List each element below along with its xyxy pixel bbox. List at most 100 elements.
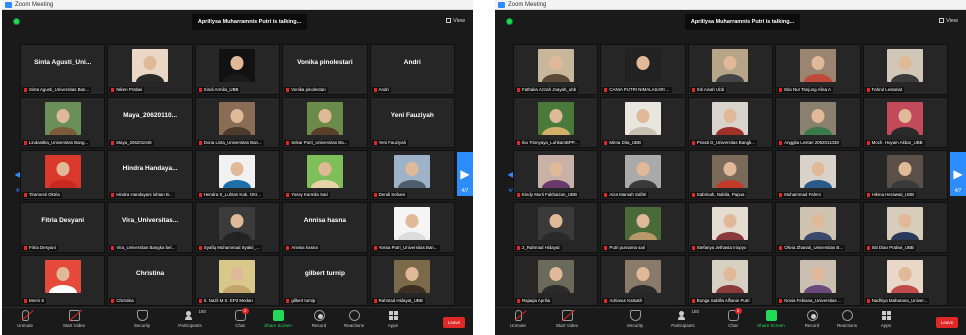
video-tile[interactable]: Moch. Hoyam Akbar_UBB [862,96,948,148]
security-label: Security [133,323,151,328]
video-tile[interactable]: Hendra S_Luhtan Kab. OKI... [194,149,281,201]
unmute-button[interactable]: Unmute [503,310,533,329]
share-screen-button[interactable]: Share Screen [751,310,791,329]
participant-name-label: Nadhiya Maharana_Univer... [864,297,930,304]
participant-display-name: Andri [403,59,421,66]
video-tile[interactable]: Stefanya Jethasta Iriopyo [687,202,774,254]
shield-icon [136,310,148,321]
leave-button[interactable]: Leave [936,317,958,328]
video-tile[interactable]: Nadhiya Maharana_Univer... [862,255,948,306]
view-label: View [946,18,958,24]
video-tile[interactable]: Aiza Marsah Safitri [600,149,686,201]
video-tile[interactable]: Sindi Armila_UBB [194,44,281,95]
chat-button[interactable]: 3 Chat [228,308,252,329]
video-tile[interactable]: Olivia Zhanati_Universitas B... [775,202,861,254]
video-tile[interactable]: Hindra Handaya... Hindra Handayani luhtan… [107,149,193,201]
video-tile[interactable]: Yossy Karmila Sari [282,149,368,201]
participants-label: Participants [178,323,202,328]
participant-video [44,154,81,188]
video-tile[interactable]: Merni S [20,255,106,306]
video-tile[interactable]: Maya_20620110... Maya_206201048 [107,96,193,148]
participant-video [394,207,431,241]
grid-view-icon [446,18,452,23]
video-tile[interactable]: Ika Trisnyaya_LuhkamBPP... [513,96,599,148]
share-screen-icon [765,310,777,321]
participant-name-label: Lindastika_Universitas Bang... [22,139,91,146]
video-tile[interactable]: Sabrinah, Nabila, Papua [687,149,774,201]
encryption-shield-icon[interactable] [13,18,20,25]
video-tile[interactable]: Fathaka Azzah Jnayah_ubb [513,44,599,95]
reactions-button[interactable]: Reactions [831,310,863,329]
video-tile[interactable]: Adrianur Katsath [600,255,686,306]
video-tile[interactable]: Christina Christina [107,255,193,306]
video-tile[interactable]: Siti Dian Pratiwi_UBB [862,202,948,254]
video-tile[interactable]: Vonika pinolestari Vonika pinolestari [282,44,368,95]
view-button[interactable]: View [939,18,958,24]
encryption-shield-icon[interactable] [506,18,513,25]
video-tile[interactable]: Muhammad Fahmi [775,149,861,201]
view-button[interactable]: View [446,18,465,24]
video-tile[interactable]: Andri Andri [369,44,455,95]
participant-video [44,101,81,135]
video-tile[interactable]: Syafiq Muhammad Syakir_... [194,202,281,254]
participants-button[interactable]: 180 Participants [172,309,208,329]
next-page-button[interactable]: ▶ 4/7 [457,152,473,196]
video-tile[interactable]: Sinta Agusti_Uni... Sinta Agusti_Universi… [20,44,106,95]
video-tile[interactable]: Ir. Nazli M.S. EP3 Medan [194,255,281,306]
record-button[interactable]: Record [306,310,332,329]
participant-name-label: Maya_206201048 [109,139,154,146]
video-tile[interactable]: Yeni Fauziyah Yeni Fauziyah [369,96,455,148]
person-head [56,108,70,123]
apps-button[interactable]: Apps [875,310,897,329]
video-tile[interactable]: Dendi Sebani [369,149,455,201]
video-tile[interactable]: Niken Pratiwi [107,44,193,95]
video-tile[interactable]: Fitria Desyani Fitria Desyani [20,202,106,254]
share-screen-button[interactable]: Share Screen [258,310,298,329]
video-tile[interactable]: 2_Rahmad Hidayat [513,202,599,254]
video-tile[interactable]: Rajaqia Aprilia [513,255,599,306]
video-tile[interactable]: Annisa hasna Annisa hasna [282,202,368,254]
video-tile[interactable]: Hikma Herawati_UBB [862,149,948,201]
video-tile[interactable]: Sekar Putri_Universitas Ba... [282,96,368,148]
person-head [230,161,244,176]
video-tile[interactable]: gilbert turnip gilbert turnip [282,255,368,306]
apps-button[interactable]: Apps [382,310,404,329]
leave-button[interactable]: Leave [443,317,465,328]
participant-name-label: Putri purnama sari [602,245,648,252]
video-tile[interactable]: Siti Aisah Ubb [687,44,774,95]
participant-video [394,154,431,188]
video-tile[interactable]: Anggita Lestari 2062011038 [775,96,861,148]
video-tile[interactable]: Putri purnama sari [600,202,686,254]
video-tile[interactable]: Dona Lista_Universitas Ban... [194,96,281,148]
video-tile[interactable]: Fahrul Lestariat [862,44,948,95]
person-body [310,179,339,188]
participants-count: 180 [198,309,207,314]
participants-button[interactable]: 180 Participants [665,309,701,329]
video-tile[interactable]: Lindastika_Universitas Bang... [20,96,106,148]
participant-video [537,154,574,188]
video-tile[interactable]: Tiramesti Oktria [20,149,106,201]
video-tile[interactable]: Yossa Putri_Universitas Ban... [369,202,455,254]
start-video-button[interactable]: Start Video [58,310,90,329]
participant-name-label: Priasti D_Universitas Bangk... [689,139,757,146]
next-page-button[interactable]: ▶ 4/7 [950,152,966,196]
video-tile[interactable]: Mirna Dita_UBB [600,96,686,148]
participant-video [799,49,836,82]
security-button[interactable]: Security [127,310,157,329]
video-tile[interactable]: Rahmad Hidayat_UBB [369,255,455,306]
video-tile[interactable]: Vira_Universitas... Vira_Universitas Bang… [107,202,193,254]
participant-name-label: Yossa Putri_Universitas Ban... [371,245,440,252]
chat-button[interactable]: 3 Chat [721,308,745,329]
unmute-button[interactable]: Unmute [10,310,40,329]
video-tile[interactable]: CANIA PUTRI NIMALASARI ... [600,44,686,95]
record-button[interactable]: Record [799,310,825,329]
video-tile[interactable]: Priasti D_Universitas Bangk... [687,96,774,148]
video-tile[interactable]: Novia Febiana_Universitas ... [775,255,861,306]
reactions-button[interactable]: Reactions [338,310,370,329]
person-body [398,285,427,294]
video-tile[interactable]: Bunga Sabilla Alfianie Putri [687,255,774,306]
start-video-button[interactable]: Start Video [551,310,583,329]
video-tile[interactable]: Eka Nur Tanjung Alisa A [775,44,861,95]
video-tile[interactable]: Eindy Murti Fakhaizan_UBB [513,149,599,201]
security-button[interactable]: Security [620,310,650,329]
